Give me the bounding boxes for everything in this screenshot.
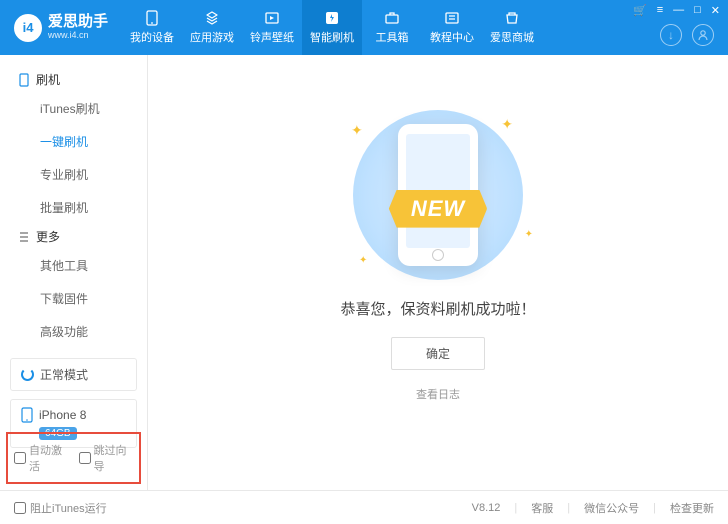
- nav-store[interactable]: 爱思商城: [482, 0, 542, 55]
- phone-icon: [21, 407, 33, 423]
- ok-button[interactable]: 确定: [391, 337, 485, 370]
- wechat-link[interactable]: 微信公众号: [584, 500, 639, 516]
- sidebar-item-1-1[interactable]: 下载固件: [0, 282, 147, 315]
- device-name: iPhone 8: [39, 408, 86, 422]
- sidebar-group-1: 更多: [0, 224, 147, 249]
- nav-media[interactable]: 铃声壁纸: [242, 0, 302, 55]
- sidebar-item-1-0[interactable]: 其他工具: [0, 249, 147, 282]
- tutorial-icon: [442, 10, 462, 26]
- success-illustration: ✦✦✦✦ NEW: [333, 110, 543, 280]
- window-controls: 🛒 ≡ — □ ✕: [633, 4, 720, 17]
- logo-badge: i4: [14, 14, 42, 42]
- skip-guide-checkbox[interactable]: 跳过向导: [79, 442, 134, 474]
- close-button[interactable]: ✕: [711, 4, 720, 17]
- cart-icon[interactable]: 🛒: [633, 4, 647, 17]
- nav-label: 爱思商城: [490, 29, 534, 45]
- sidebar: 刷机iTunes刷机一键刷机专业刷机批量刷机更多其他工具下载固件高级功能 正常模…: [0, 55, 148, 490]
- menu-icon[interactable]: ≡: [657, 4, 663, 17]
- media-icon: [262, 10, 282, 26]
- device-icon: [142, 10, 162, 26]
- sidebar-item-0-0[interactable]: iTunes刷机: [0, 92, 147, 125]
- nav-tutorial[interactable]: 教程中心: [422, 0, 482, 55]
- view-log-link[interactable]: 查看日志: [416, 386, 460, 402]
- refresh-icon: [21, 368, 34, 381]
- sidebar-item-0-2[interactable]: 专业刷机: [0, 158, 147, 191]
- nav-label: 工具箱: [376, 29, 409, 45]
- logo-title: 爱思助手: [48, 14, 108, 31]
- minimize-button[interactable]: —: [673, 4, 684, 17]
- list-icon: [18, 230, 30, 244]
- sidebar-group-0: 刷机: [0, 67, 147, 92]
- nav-label: 教程中心: [430, 29, 474, 45]
- status-bar: 阻止iTunes运行 V8.12 | 客服 | 微信公众号 | 检查更新: [0, 490, 728, 524]
- flash-icon: [322, 10, 342, 26]
- app-header: i4 爱思助手 www.i4.cn 我的设备应用游戏铃声壁纸智能刷机 工具箱 教程中…: [0, 0, 728, 55]
- sidebar-item-1-2[interactable]: 高级功能: [0, 315, 147, 348]
- apps-icon: [202, 10, 222, 26]
- nav-label: 我的设备: [130, 29, 174, 45]
- new-ribbon: NEW: [389, 190, 487, 228]
- success-message: 恭喜您，保资料刷机成功啦！: [340, 298, 535, 319]
- sidebar-item-0-1[interactable]: 一键刷机: [0, 125, 147, 158]
- mode-status[interactable]: 正常模式: [10, 358, 137, 391]
- main-nav: 我的设备应用游戏铃声壁纸智能刷机 工具箱 教程中心爱思商城: [122, 0, 542, 55]
- nav-device[interactable]: 我的设备: [122, 0, 182, 55]
- app-logo: i4 爱思助手 www.i4.cn: [0, 14, 122, 42]
- check-update-link[interactable]: 检查更新: [670, 500, 714, 516]
- nav-label: 智能刷机: [310, 29, 354, 45]
- flash-options-box: 自动激活 跳过向导: [6, 432, 141, 484]
- mode-status-label: 正常模式: [40, 366, 88, 383]
- nav-apps[interactable]: 应用游戏: [182, 0, 242, 55]
- support-link[interactable]: 客服: [531, 500, 553, 516]
- version-label: V8.12: [472, 502, 501, 514]
- nav-flash[interactable]: 智能刷机: [302, 0, 362, 55]
- auto-activate-checkbox[interactable]: 自动激活: [14, 442, 69, 474]
- logo-subtitle: www.i4.cn: [48, 31, 108, 41]
- nav-label: 铃声壁纸: [250, 29, 294, 45]
- store-icon: [502, 10, 522, 26]
- nav-tools[interactable]: 工具箱: [362, 0, 422, 55]
- nav-label: 应用游戏: [190, 29, 234, 45]
- maximize-button[interactable]: □: [694, 4, 701, 17]
- sidebar-item-0-3[interactable]: 批量刷机: [0, 191, 147, 224]
- tools-icon: [382, 10, 402, 26]
- block-itunes-checkbox[interactable]: 阻止iTunes运行: [14, 500, 107, 516]
- phone-icon: [18, 73, 30, 87]
- download-button[interactable]: ↓: [660, 24, 682, 46]
- main-content: ✦✦✦✦ NEW 恭喜您，保资料刷机成功啦！ 确定 查看日志: [148, 55, 728, 490]
- user-button[interactable]: [692, 24, 714, 46]
